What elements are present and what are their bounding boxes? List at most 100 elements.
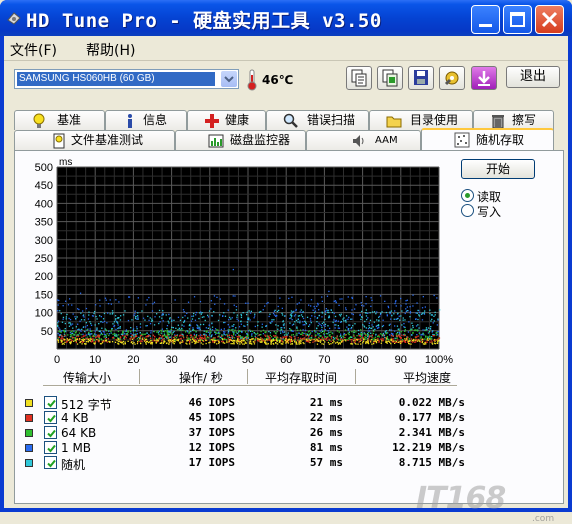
- series-checkbox[interactable]: [44, 441, 57, 454]
- tab-health[interactable]: 健康: [187, 110, 266, 130]
- chart-data-point: [260, 330, 262, 333]
- chart-data-point: [133, 336, 135, 338]
- minimize-to-tray-button[interactable]: [471, 66, 497, 90]
- series-checkbox[interactable]: [44, 426, 57, 439]
- chart-data-point: [112, 323, 114, 325]
- copy-screen-button[interactable]: [377, 66, 403, 90]
- chart-data-point: [436, 332, 438, 334]
- chart-data-point: [130, 332, 132, 335]
- options-button[interactable]: [439, 66, 465, 90]
- chart-data-point: [238, 341, 240, 343]
- table-row: 64 KB 37 IOPS 26 ms 2.341 MB/s: [25, 426, 465, 441]
- minimize-button[interactable]: [471, 5, 500, 34]
- chart-data-point: [59, 310, 61, 312]
- chart-data-point: [410, 338, 413, 340]
- chart-data-point: [224, 315, 227, 317]
- chart-data-point: [266, 302, 268, 305]
- write-radio[interactable]: [461, 204, 474, 217]
- dropdown-arrow-button[interactable]: [221, 71, 237, 87]
- chart-data-point: [302, 329, 304, 331]
- close-button[interactable]: [535, 5, 564, 34]
- chart-data-point: [114, 319, 117, 321]
- read-radio[interactable]: [461, 189, 474, 202]
- chart-data-point: [318, 322, 320, 324]
- chart-data-point: [73, 340, 75, 342]
- title-bar[interactable]: HD Tune Pro - 硬盘实用工具 v3.50: [0, 0, 572, 36]
- chart-data-point: [193, 312, 195, 315]
- chart-data-point: [161, 317, 163, 319]
- chart-data-point: [243, 325, 245, 327]
- chart-data-point: [375, 313, 377, 315]
- save-button[interactable]: [408, 66, 434, 90]
- chart-data-point: [354, 336, 356, 339]
- chart-data-point: [274, 309, 276, 311]
- chart-data-point: [228, 340, 230, 343]
- x-tick-label: 100%: [425, 354, 453, 363]
- chart-data-point: [321, 322, 323, 325]
- radio-selected-dot: [465, 193, 470, 198]
- chart-data-point: [246, 324, 249, 326]
- chart-data-point: [232, 268, 235, 271]
- chart-data-point: [204, 338, 206, 340]
- chart-data-point: [227, 309, 229, 311]
- chart-data-point: [223, 312, 225, 314]
- chart-data-point: [168, 341, 170, 343]
- chart-data-point: [232, 339, 235, 342]
- chart-data-point: [81, 336, 83, 338]
- chart-data-point: [430, 326, 432, 328]
- exit-button[interactable]: 退出: [506, 66, 560, 88]
- chart-data-point: [125, 329, 128, 331]
- start-button[interactable]: 开始: [461, 159, 535, 179]
- chart-data-point: [210, 308, 212, 310]
- chart-data-point: [423, 312, 425, 314]
- chart-data-point: [308, 325, 310, 327]
- chart-data-point: [84, 334, 86, 336]
- chart-data-point: [99, 334, 101, 336]
- chart-data-point: [360, 331, 362, 334]
- drive-select[interactable]: SAMSUNG HS060HB (60 GB): [14, 69, 239, 89]
- tab-benchmark[interactable]: 基准: [14, 110, 105, 130]
- tab-info[interactable]: 信息: [105, 110, 187, 130]
- chart-data-point: [189, 323, 191, 326]
- chart-data-point: [145, 343, 147, 345]
- tab-disk-monitor[interactable]: 磁盘监控器: [175, 130, 306, 150]
- chart-data-point: [70, 323, 72, 325]
- chart-data-point: [430, 314, 432, 316]
- tab-erase[interactable]: 擦写: [473, 110, 554, 130]
- chart-data-point: [395, 300, 397, 302]
- chart-data-point: [300, 314, 303, 316]
- series-checkbox[interactable]: [44, 411, 57, 424]
- tab-file-benchmark[interactable]: 文件基准测试: [14, 130, 175, 150]
- chart-data-point: [102, 321, 104, 323]
- chart-data-point: [236, 340, 238, 342]
- series-checkbox[interactable]: [44, 396, 57, 409]
- chart-data-point: [277, 343, 279, 345]
- chart-data-point: [278, 309, 280, 312]
- menu-help[interactable]: 帮助(H): [86, 40, 135, 60]
- chart-data-point: [173, 339, 175, 341]
- menu-file[interactable]: 文件(F): [10, 40, 57, 60]
- maximize-button[interactable]: [503, 5, 532, 34]
- chart-data-point: [136, 333, 138, 335]
- thermometer-icon: [247, 69, 257, 91]
- chart-data-point: [416, 302, 418, 304]
- chart-data-point: [218, 335, 220, 338]
- chart-data-point: [200, 313, 202, 315]
- copy-text-button[interactable]: [346, 66, 372, 90]
- chart-data-point: [290, 338, 292, 341]
- chart-data-point: [282, 330, 284, 332]
- chart-data-point: [276, 330, 278, 333]
- chart-data-point: [313, 338, 315, 341]
- series-checkbox[interactable]: [44, 456, 57, 469]
- chart-data-point: [166, 342, 168, 344]
- checkmark-icon: [47, 414, 56, 423]
- tab-folder-usage[interactable]: 目录使用: [369, 110, 473, 130]
- chart-data-point: [146, 325, 148, 327]
- tab-random-access[interactable]: 随机存取: [421, 128, 554, 150]
- chart-data-point: [436, 324, 438, 326]
- chart-data-point: [253, 317, 255, 319]
- tab-aam[interactable]: AAM: [306, 130, 421, 150]
- chart-data-point: [258, 334, 260, 336]
- tab-error-scan[interactable]: 错误扫描: [266, 110, 369, 130]
- chart-data-point: [142, 317, 145, 319]
